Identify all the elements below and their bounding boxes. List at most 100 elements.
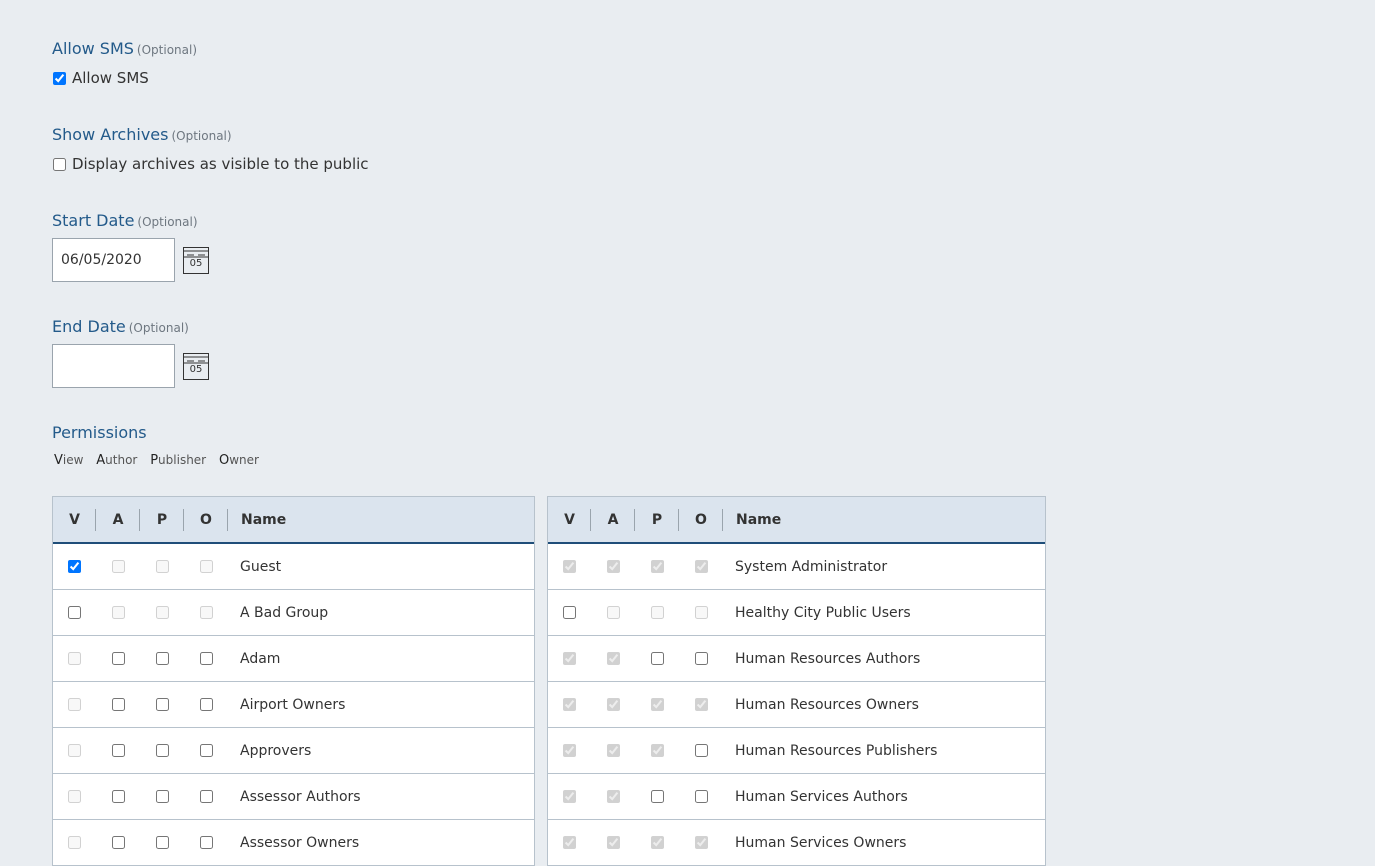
column-header-name: Name: [736, 511, 782, 528]
owner-permission-checkbox[interactable]: [694, 790, 708, 803]
end-date-input[interactable]: [52, 344, 175, 388]
owner-permission-checkbox[interactable]: [694, 744, 708, 757]
author-permission-checkbox[interactable]: [111, 698, 125, 711]
permissions-label: Permissions: [52, 423, 147, 442]
author-permission-checkbox[interactable]: [111, 836, 125, 849]
author-permission-checkbox[interactable]: [111, 652, 125, 665]
page: Allow SMS (Optional) Allow SMS Show Archi…: [0, 0, 1375, 866]
permission-cell-author: [591, 560, 635, 573]
view-permission-checkbox[interactable]: [68, 560, 81, 573]
column-header-owner: O: [679, 508, 723, 531]
owner-permission-checkbox[interactable]: [199, 836, 213, 849]
permission-cell-owner: [184, 606, 228, 619]
allow-sms-checkbox-label: Allow SMS: [72, 69, 149, 87]
publisher-permission-checkbox: [650, 698, 664, 711]
view-permission-checkbox[interactable]: [68, 606, 81, 619]
group-name: Healthy City Public Users: [735, 604, 911, 621]
publisher-permission-checkbox: [650, 836, 664, 849]
permission-cell-publisher: [635, 698, 679, 711]
group-name: Adam: [240, 650, 281, 667]
permission-cell-view: [548, 836, 591, 849]
group-name: Human Services Authors: [735, 788, 908, 805]
table-row: Human Resources Authors: [548, 636, 1045, 682]
permission-cell-view: [548, 790, 591, 803]
group-name: Assessor Owners: [240, 834, 360, 851]
end-date-row: 05: [52, 344, 209, 388]
column-header-author: A: [96, 508, 140, 531]
table-row: Human Resources Owners: [548, 682, 1045, 728]
author-permission-checkbox[interactable]: [111, 744, 125, 757]
owner-permission-checkbox: [694, 560, 708, 573]
publisher-permission-checkbox[interactable]: [155, 698, 169, 711]
view-permission-checkbox: [68, 836, 81, 849]
permissions-table-right: V A P O Name System Administrator Healthy…: [547, 496, 1046, 866]
allow-sms-label-text: Allow SMS: [52, 39, 134, 58]
permission-cell-publisher: [140, 606, 184, 619]
column-header-view: V: [53, 508, 96, 531]
owner-permission-checkbox[interactable]: [199, 744, 213, 757]
permission-cell-owner: [184, 790, 228, 803]
permission-cell-view: [53, 790, 96, 803]
table-row: Guest: [53, 544, 534, 590]
start-date-input[interactable]: [52, 238, 175, 282]
table-row: Human Services Owners: [548, 820, 1045, 866]
legend-owner: Owner: [218, 453, 259, 468]
publisher-permission-checkbox[interactable]: [155, 790, 169, 803]
group-name: Approvers: [240, 742, 312, 759]
publisher-permission-checkbox[interactable]: [155, 744, 169, 757]
allow-sms-checkbox[interactable]: [53, 71, 66, 85]
group-name: Human Resources Authors: [735, 650, 921, 667]
publisher-permission-checkbox[interactable]: [650, 790, 664, 803]
calendar-icon[interactable]: 05: [183, 352, 209, 380]
permission-cell-author: [96, 744, 140, 757]
publisher-permission-checkbox[interactable]: [155, 836, 169, 849]
permission-cell-publisher: [635, 652, 679, 665]
owner-permission-checkbox[interactable]: [199, 790, 213, 803]
allow-sms-field: Allow SMS (Optional) Allow SMS: [52, 39, 197, 88]
show-archives-field: Show Archives (Optional) Display archives…: [52, 125, 369, 174]
permission-cell-owner: [679, 836, 723, 849]
owner-permission-checkbox: [694, 836, 708, 849]
permission-cell-author: [591, 790, 635, 803]
permission-cell-owner: [679, 652, 723, 665]
author-permission-checkbox: [606, 790, 620, 803]
calendar-day-text: 05: [189, 363, 203, 375]
permission-cell-view: [548, 652, 591, 665]
optional-tag: (Optional): [137, 215, 198, 229]
legend-key: O: [218, 453, 230, 468]
permission-cell-view: [53, 744, 96, 757]
permission-cell-author: [96, 606, 140, 619]
table-row: System Administrator: [548, 544, 1045, 590]
publisher-permission-checkbox: [155, 560, 169, 573]
permission-cell-owner: [184, 744, 228, 757]
start-date-field: Start Date(Optional) 05: [52, 211, 209, 282]
table-row: Adam: [53, 636, 534, 682]
owner-permission-checkbox[interactable]: [694, 652, 708, 665]
group-name: Guest: [240, 558, 282, 575]
publisher-permission-checkbox[interactable]: [650, 652, 664, 665]
permission-cell-author: [96, 790, 140, 803]
view-permission-checkbox: [68, 698, 81, 711]
permission-cell-view: [53, 652, 96, 665]
owner-permission-checkbox[interactable]: [199, 698, 213, 711]
allow-sms-label: Allow SMS (Optional): [52, 39, 197, 60]
allow-sms-option[interactable]: Allow SMS: [52, 68, 197, 88]
legend-key: A: [96, 453, 106, 468]
author-permission-checkbox[interactable]: [111, 790, 125, 803]
view-permission-checkbox[interactable]: [563, 606, 576, 619]
author-permission-checkbox: [606, 560, 620, 573]
show-archives-checkbox[interactable]: [53, 157, 66, 171]
calendar-icon[interactable]: 05: [183, 246, 209, 274]
publisher-permission-checkbox[interactable]: [155, 652, 169, 665]
column-header-publisher: P: [140, 508, 184, 531]
permission-cell-publisher: [140, 836, 184, 849]
group-name: Human Services Owners: [735, 834, 907, 851]
legend-text: iew: [62, 453, 84, 467]
show-archives-option[interactable]: Display archives as visible to the publi…: [52, 154, 369, 174]
owner-permission-checkbox[interactable]: [199, 652, 213, 665]
view-permission-checkbox: [563, 652, 576, 665]
permissions-table-left: V A P O Name Guest A Bad Group Adam Airport…: [52, 496, 535, 866]
permission-cell-owner: [679, 744, 723, 757]
permission-cell-author: [96, 652, 140, 665]
author-permission-checkbox: [111, 560, 125, 573]
